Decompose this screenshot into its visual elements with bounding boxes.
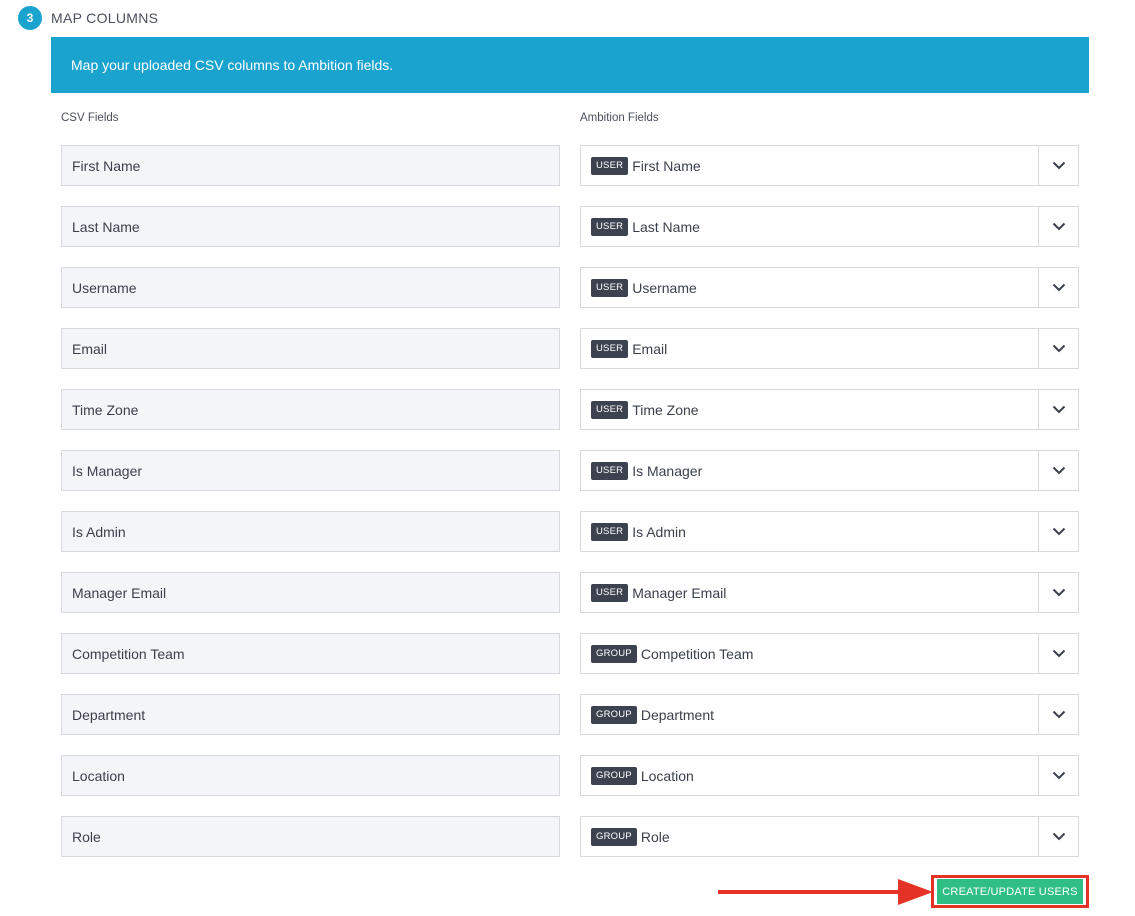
map-columns-page: 3 MAP COLUMNS Map your uploaded CSV colu… [0, 0, 1135, 916]
chevron-down-icon[interactable] [1039, 390, 1078, 429]
step-number-badge: 3 [18, 6, 42, 30]
mapping-row: Is Manager USER Is Manager [0, 450, 1135, 491]
chevron-down-icon[interactable] [1039, 146, 1078, 185]
field-type-tag: USER [591, 217, 629, 236]
ambition-field-select[interactable]: GROUP Location [580, 755, 1079, 796]
field-type-tag: GROUP [591, 644, 637, 663]
csv-field-input[interactable]: Manager Email [61, 572, 560, 613]
csv-field-label: Is Manager [72, 462, 143, 479]
ambition-field-select[interactable]: USER Last Name [580, 206, 1079, 247]
ambition-field-label: Last Name [632, 218, 700, 235]
chevron-down-icon[interactable] [1039, 329, 1078, 368]
csv-field-input[interactable]: Is Admin [61, 511, 560, 552]
ambition-field-label: Role [640, 828, 670, 845]
info-banner: Map your uploaded CSV columns to Ambitio… [51, 37, 1089, 93]
ambition-field-label: Department [640, 706, 714, 723]
chevron-down-icon[interactable] [1039, 695, 1078, 734]
ambition-field-select[interactable]: USER Username [580, 267, 1079, 308]
csv-field-label: Manager Email [72, 584, 167, 601]
mapping-row: Email USER Email [0, 328, 1135, 369]
csv-field-input[interactable]: First Name [61, 145, 560, 186]
chevron-down-icon[interactable] [1039, 512, 1078, 551]
field-type-tag: USER [591, 522, 629, 541]
ambition-field-label: Is Admin [632, 523, 686, 540]
chevron-down-icon[interactable] [1039, 817, 1078, 856]
mapping-row: Username USER Username [0, 267, 1135, 308]
csv-field-label: Last Name [72, 218, 140, 235]
field-type-tag: GROUP [591, 827, 637, 846]
mapping-row: Time Zone USER Time Zone [0, 389, 1135, 430]
ambition-field-select[interactable]: USER Email [580, 328, 1079, 369]
chevron-down-icon[interactable] [1039, 451, 1078, 490]
info-banner-text: Map your uploaded CSV columns to Ambitio… [71, 57, 394, 73]
csv-field-input[interactable]: Competition Team [61, 633, 560, 674]
csv-field-label: Role [72, 828, 101, 845]
field-type-tag: USER [591, 461, 629, 480]
field-type-tag: USER [591, 583, 629, 602]
mapping-row: Location GROUP Location [0, 755, 1135, 796]
csv-field-input[interactable]: Is Manager [61, 450, 560, 491]
ambition-field-label: Is Manager [632, 462, 703, 479]
ambition-field-label: Manager Email [632, 584, 727, 601]
csv-field-label: Department [72, 706, 146, 723]
csv-field-label: Username [72, 279, 137, 296]
step-title: MAP COLUMNS [51, 10, 159, 26]
csv-field-input[interactable]: Location [61, 755, 560, 796]
step-header: 3 MAP COLUMNS [18, 6, 158, 30]
csv-fields-label: CSV Fields [61, 112, 119, 124]
csv-field-input[interactable]: Username [61, 267, 560, 308]
csv-field-label: Competition Team [72, 645, 185, 662]
ambition-field-select[interactable]: USER Is Admin [580, 511, 1079, 552]
ambition-field-label: Username [632, 279, 697, 296]
ambition-field-label: First Name [632, 157, 701, 174]
csv-field-input[interactable]: Department [61, 694, 560, 735]
ambition-field-select[interactable]: USER Time Zone [580, 389, 1079, 430]
ambition-field-label: Email [632, 340, 668, 357]
field-type-tag: USER [591, 400, 629, 419]
csv-field-label: Is Admin [72, 523, 126, 540]
chevron-down-icon[interactable] [1039, 756, 1078, 795]
ambition-field-label: Time Zone [632, 401, 699, 418]
field-type-tag: USER [591, 339, 629, 358]
ambition-field-label: Competition Team [640, 645, 754, 662]
chevron-down-icon[interactable] [1039, 207, 1078, 246]
ambition-field-select[interactable]: GROUP Competition Team [580, 633, 1079, 674]
csv-field-label: First Name [72, 157, 141, 174]
ambition-field-select[interactable]: GROUP Role [580, 816, 1079, 857]
chevron-down-icon[interactable] [1039, 573, 1078, 612]
ambition-field-select[interactable]: USER First Name [580, 145, 1079, 186]
csv-field-label: Location [72, 767, 125, 784]
mapping-row: Competition Team GROUP Competition Team [0, 633, 1135, 674]
field-type-tag: USER [591, 156, 629, 175]
create-update-users-button[interactable]: CREATE/UPDATE USERS [937, 879, 1083, 904]
ambition-fields-label: Ambition Fields [580, 112, 659, 124]
ambition-field-select[interactable]: GROUP Department [580, 694, 1079, 735]
field-type-tag: GROUP [591, 766, 637, 785]
mapping-row: Last Name USER Last Name [0, 206, 1135, 247]
chevron-down-icon[interactable] [1039, 634, 1078, 673]
csv-field-input[interactable]: Last Name [61, 206, 560, 247]
csv-field-input[interactable]: Role [61, 816, 560, 857]
chevron-down-icon[interactable] [1039, 268, 1078, 307]
mapping-row: Manager Email USER Manager Email [0, 572, 1135, 613]
ambition-field-label: Location [640, 767, 694, 784]
ambition-field-select[interactable]: USER Is Manager [580, 450, 1079, 491]
csv-field-input[interactable]: Email [61, 328, 560, 369]
mapping-row: Role GROUP Role [0, 816, 1135, 857]
csv-field-label: Time Zone [72, 401, 139, 418]
csv-field-input[interactable]: Time Zone [61, 389, 560, 430]
annotation-arrow-icon [718, 879, 933, 905]
ambition-field-select[interactable]: USER Manager Email [580, 572, 1079, 613]
field-type-tag: GROUP [591, 705, 637, 724]
mapping-row: Department GROUP Department [0, 694, 1135, 735]
mapping-row: First Name USER First Name [0, 145, 1135, 186]
mapping-row: Is Admin USER Is Admin [0, 511, 1135, 552]
field-type-tag: USER [591, 278, 629, 297]
csv-field-label: Email [72, 340, 108, 357]
